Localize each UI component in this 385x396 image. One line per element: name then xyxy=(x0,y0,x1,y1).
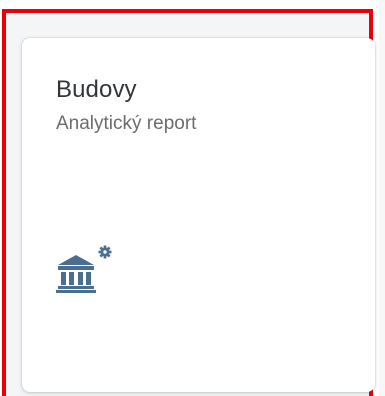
tile-subtitle: Analytický report xyxy=(56,113,197,134)
building-settings-icon xyxy=(55,243,119,305)
selection-highlight-frame: Budovy Analytický report xyxy=(2,9,375,396)
app-tile-budovy[interactable]: Budovy Analytický report xyxy=(22,38,375,392)
tile-title: Budovy xyxy=(56,76,137,103)
window-edge xyxy=(379,0,385,396)
